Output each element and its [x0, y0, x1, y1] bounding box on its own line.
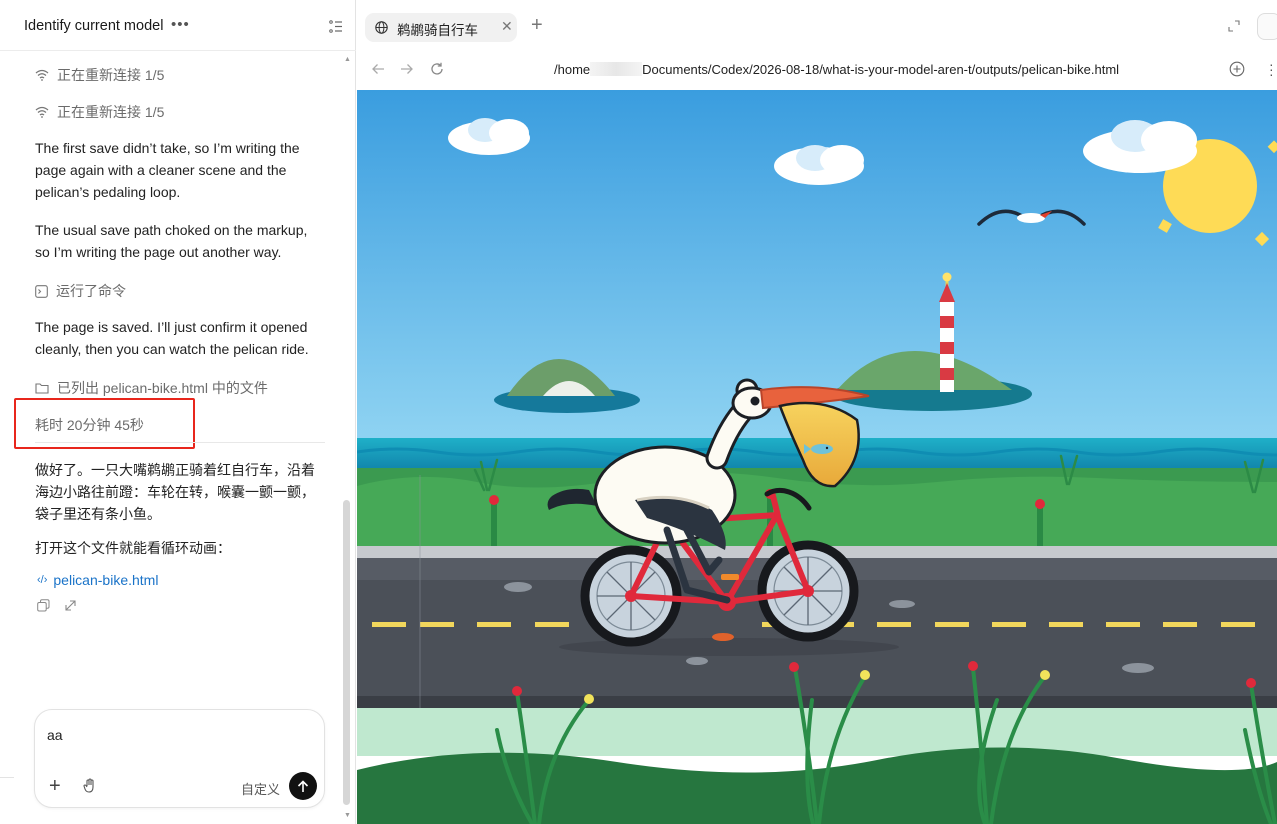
status-text: 已列出 pelican-bike.html 中的文件 [57, 380, 268, 396]
address-bar[interactable]: /home Documents/Codex/2026-08-18/what-is-… [554, 62, 1119, 77]
code-icon: ‹/› [37, 574, 48, 586]
assistant-reply: 打开这个文件就能看循环动画： [35, 540, 231, 556]
assistant-message: The first save didn’t take, so I’m writi… [35, 140, 300, 200]
url-prefix: /home [554, 62, 591, 77]
list-icon[interactable] [329, 20, 343, 33]
file-link-label: pelican-bike.html [53, 572, 159, 588]
globe-icon [375, 21, 388, 34]
reload-icon[interactable] [430, 62, 444, 76]
hand-icon[interactable] [83, 778, 97, 793]
pelican-bike-scene [357, 90, 1277, 824]
composer-input[interactable]: aa [47, 727, 63, 743]
sidebar-toggle-button[interactable] [1257, 13, 1277, 40]
tab-title: 鹈鹕骑自行车 [397, 23, 478, 38]
wifi-icon [35, 69, 49, 81]
browser-tab[interactable]: 鹈鹕骑自行车 ✕ [365, 13, 517, 42]
more-vertical-icon[interactable]: · · · [1269, 57, 1274, 81]
listed-files-row[interactable]: 已列出 pelican-bike.html 中的文件 [35, 378, 268, 398]
pavement [357, 708, 1277, 756]
chat-title[interactable]: Identify current model [24, 18, 163, 34]
scrollbar-thumb[interactable] [343, 500, 350, 805]
status-text: 正在重新连接 1/5 [57, 67, 165, 83]
url-suffix: Documents/Codex/2026-08-18/what-is-your-… [642, 62, 1120, 77]
new-tab-button[interactable]: + [531, 15, 543, 35]
more-horizontal-icon[interactable]: ••• [171, 16, 190, 33]
reconnect-status: 正在重新连接 1/5 [35, 102, 164, 122]
wifi-icon [35, 106, 49, 118]
assistant-message: The page is saved. I’ll just confirm it … [35, 319, 309, 357]
ran-command-row[interactable]: 运行了命令 [35, 281, 126, 301]
message-composer[interactable]: aa + 自定义 [34, 709, 325, 808]
reconnect-status: 正在重新连接 1/5 [35, 65, 164, 85]
send-button[interactable] [289, 772, 317, 800]
status-text: 运行了命令 [56, 283, 126, 299]
arrow-right-icon[interactable] [400, 62, 414, 76]
assistant-message: The usual save path choked on the markup… [35, 222, 308, 260]
file-link[interactable]: ‹/› pelican-bike.html [37, 572, 158, 588]
terminal-icon [35, 284, 48, 298]
status-text: 正在重新连接 1/5 [57, 104, 165, 120]
scroll-down-arrow[interactable]: ▼ [344, 812, 351, 819]
scroll-up-arrow[interactable]: ▲ [344, 56, 351, 63]
plus-icon[interactable]: + [49, 776, 61, 796]
divider [0, 777, 14, 778]
redacted-segment [590, 62, 643, 76]
custom-mode-label[interactable]: 自定义 [241, 779, 280, 798]
assistant-reply: 做好了。一只大嘴鹈鹕正骑着红自行车，沿着海边小路往前蹬：车轮在转，喉囊一颤一颤，… [35, 462, 315, 522]
message-actions [37, 599, 77, 612]
arrow-up-icon [297, 779, 309, 792]
chat-header: Identify current model ••• [0, 0, 356, 51]
chat-panel: Identify current model ••• 正在重新连接 1/5 正在… [0, 0, 356, 824]
divider [35, 442, 325, 443]
add-circle-icon[interactable] [1229, 61, 1245, 77]
arrow-left-icon[interactable] [371, 62, 385, 76]
share-icon[interactable] [64, 599, 77, 612]
chat-messages: 正在重新连接 1/5 正在重新连接 1/5 The first save did… [0, 51, 342, 701]
folder-icon [35, 383, 49, 394]
fullscreen-icon[interactable] [1228, 20, 1240, 32]
browser-panel: 鹈鹕骑自行车 ✕ + /home Documents/Codex/2026-08-… [357, 0, 1277, 824]
close-icon[interactable]: ✕ [501, 18, 513, 35]
copy-icon[interactable] [37, 599, 50, 612]
elapsed-time: 耗时 20分钟 45秒 [35, 417, 144, 433]
